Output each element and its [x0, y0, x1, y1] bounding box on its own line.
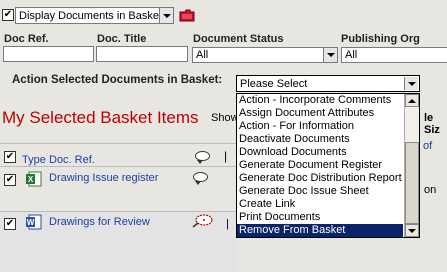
doc-status-value: All [196, 49, 209, 61]
page-size-label: le Siz [424, 112, 440, 136]
svg-text:X: X [28, 175, 34, 184]
row-checkbox[interactable] [4, 174, 16, 186]
view-select-value: Display Documents in Basket [19, 9, 163, 22]
comment-new-icon[interactable] [191, 214, 213, 230]
action-option[interactable]: Generate Doc Issue Sheet [237, 185, 403, 198]
table-top-divider [0, 143, 236, 144]
action-option-highlighted[interactable]: Remove From Basket [237, 224, 403, 237]
select-all-checkbox-top[interactable] [2, 9, 14, 21]
table-row: W Drawings for Review | [0, 212, 236, 272]
chevron-down-icon [323, 48, 337, 62]
scroll-down-icon[interactable] [405, 224, 419, 237]
publishing-org-value: All [345, 49, 358, 61]
type-column-header[interactable]: Type [22, 154, 46, 166]
row-title-link[interactable]: Drawings for Review [49, 216, 150, 228]
action-option[interactable]: Download Documents [237, 146, 403, 159]
action-label: Action Selected Documents in Basket: [12, 74, 223, 86]
scroll-thumb[interactable] [405, 142, 419, 224]
view-select[interactable]: Display Documents in Basket [15, 7, 174, 24]
doc-ref-input[interactable] [3, 46, 94, 62]
action-select[interactable]: Please Select [236, 75, 420, 92]
doc-title-label: Doc. Title [97, 33, 147, 45]
row-title-link[interactable]: Drawing Issue register [49, 172, 158, 184]
select-all-checkbox[interactable] [4, 151, 16, 163]
action-option[interactable]: Action - For Information [237, 120, 403, 133]
page-of-link[interactable]: of [423, 140, 432, 152]
row-checkbox[interactable] [4, 218, 16, 230]
action-option[interactable]: Generate Document Register [237, 159, 403, 172]
svg-text:W: W [27, 218, 35, 227]
page-title: My Selected Basket Items [2, 108, 199, 127]
publishing-org-select[interactable]: All [341, 47, 447, 63]
list-scrollbar[interactable] [404, 94, 419, 237]
comment-icon[interactable] [193, 172, 211, 188]
action-option[interactable]: Assign Document Attributes [237, 107, 403, 120]
action-options-list[interactable]: Action - Incorporate Comments Assign Doc… [236, 93, 420, 238]
doc-title-input[interactable] [96, 46, 188, 62]
attachment-icon: | [226, 218, 229, 230]
action-select-value: Please Select [240, 77, 308, 90]
basket-folder-icon[interactable] [179, 9, 195, 22]
chevron-down-icon [159, 8, 173, 23]
scroll-up-icon[interactable] [405, 94, 419, 107]
doc-status-select[interactable]: All [192, 47, 338, 63]
action-option[interactable]: Generate Doc Distribution Report [237, 172, 403, 185]
word-file-icon: W [26, 214, 42, 230]
doc-ref-label: Doc Ref. [4, 33, 49, 45]
publishing-org-label: Publishing Org [341, 33, 420, 45]
show-label: Show [211, 112, 239, 124]
chevron-down-icon [404, 77, 418, 90]
action-option[interactable]: Action - Incorporate Comments [237, 94, 403, 107]
attachment-header-icon: | [224, 149, 228, 163]
doc-ref-column-header[interactable]: Doc. Ref. [49, 154, 95, 166]
action-option[interactable]: Print Documents [237, 211, 403, 224]
excel-file-icon: X [26, 171, 42, 187]
action-option[interactable]: Deactivate Documents [237, 133, 403, 146]
action-option[interactable]: Create Link [237, 198, 403, 211]
comment-header-icon [195, 151, 213, 167]
doc-status-label: Document Status [193, 33, 284, 45]
table-row: X Drawing Issue register on [0, 167, 436, 211]
row-partial-text: on [424, 184, 437, 196]
